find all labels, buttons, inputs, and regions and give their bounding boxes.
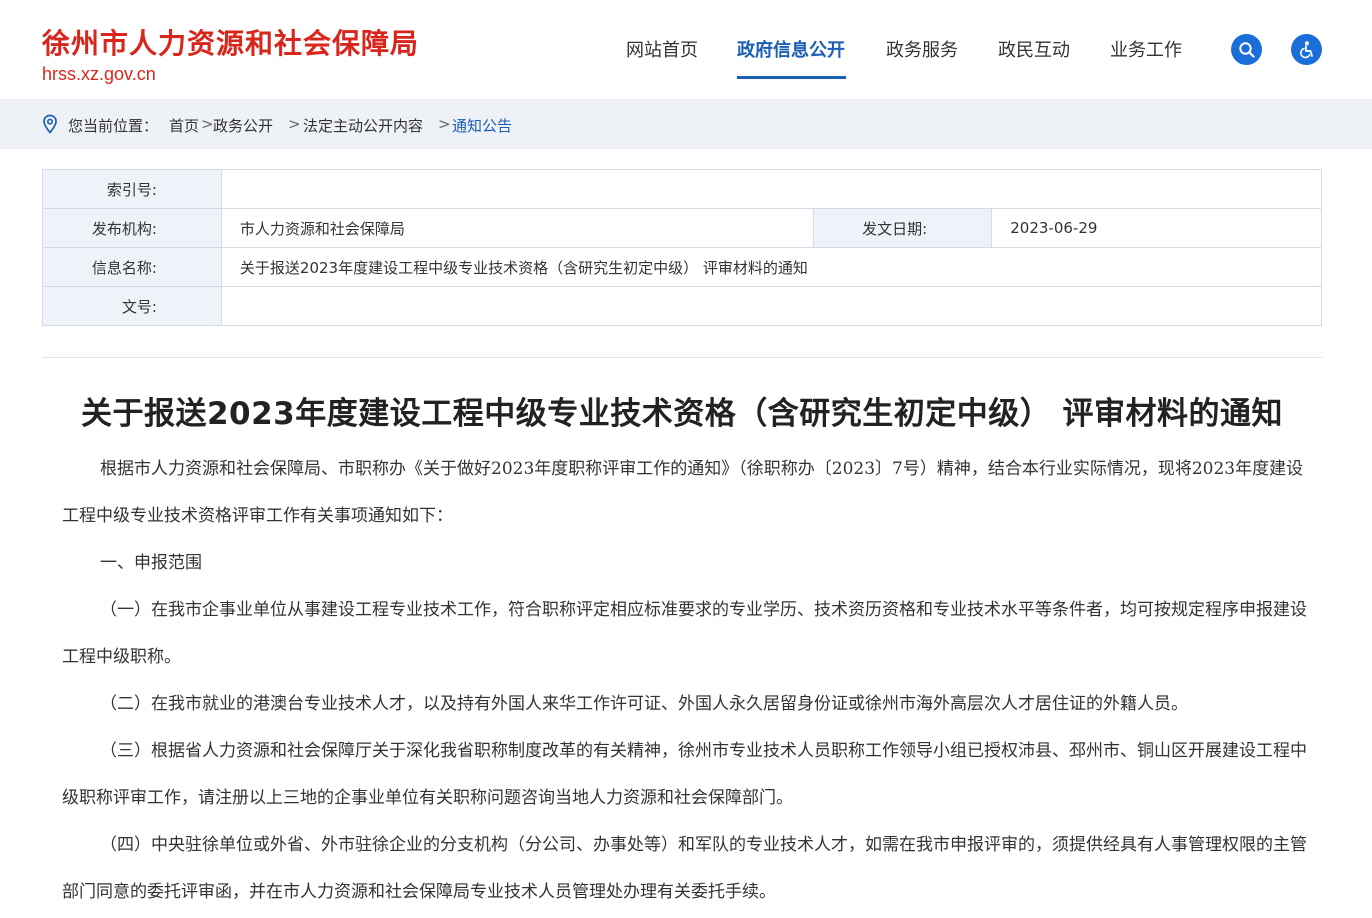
- nav-item-interaction[interactable]: 政民互动: [998, 36, 1070, 62]
- table-row: 信息名称: 关于报送2023年度建设工程中级专业技术资格（含研究生初定中级） 评…: [42, 247, 1323, 287]
- accessibility-icon: [1299, 40, 1313, 58]
- divider: [42, 357, 1322, 358]
- index-label: 索引号:: [42, 169, 222, 209]
- breadcrumb-prefix: 您当前位置：: [68, 117, 159, 135]
- info-name-label: 信息名称:: [42, 247, 222, 287]
- nav-item-gov-info[interactable]: 政府信息公开: [737, 36, 845, 62]
- article-section-heading: 一、申报范围: [100, 553, 202, 573]
- breadcrumb-notices[interactable]: 通知公告: [452, 115, 512, 136]
- breadcrumb-separator: >: [201, 115, 214, 133]
- breadcrumb-separator: >: [288, 115, 301, 133]
- info-name-value: 关于报送2023年度建设工程中级专业技术资格（含研究生初定中级） 评审材料的通知: [220, 247, 1323, 287]
- breadcrumb-statutory[interactable]: 法定主动公开内容: [303, 115, 423, 136]
- site-title[interactable]: 徐州市人力资源和社会保障局: [42, 22, 419, 62]
- table-row: 发布机构: 市人力资源和社会保障局 发文日期: 2023-06-29: [42, 208, 1322, 248]
- article-body: 根据市人力资源和社会保障局、市职称办《关于做好2023年度职称评审工作的通知》（…: [62, 446, 1308, 916]
- document-info-table: 索引号: 发布机构: 市人力资源和社会保障局 发文日期: 2023-06-29 …: [42, 169, 1323, 326]
- breadcrumb-separator: >: [438, 115, 451, 133]
- publisher-label: 发布机构:: [42, 208, 222, 248]
- nav-item-services[interactable]: 政务服务: [886, 36, 958, 62]
- article-paragraph: （四）中央驻徐单位或外省、外市驻徐企业的分支机构（分公司、办事处等）和军队的专业…: [62, 835, 1307, 902]
- doc-number-label: 文号:: [42, 286, 222, 326]
- breadcrumb-gov-open[interactable]: 政务公开: [213, 115, 273, 136]
- location-pin-icon: [43, 114, 57, 134]
- nav-item-home[interactable]: 网站首页: [626, 36, 698, 62]
- article-paragraph: （三）根据省人力资源和社会保障厅关于深化我省职称制度改革的有关精神，徐州市专业技…: [62, 741, 1307, 808]
- index-value: [220, 169, 1323, 209]
- breadcrumb: 您当前位置： 首页 > 政务公开 > 法定主动公开内容 > 通知公告: [0, 99, 1372, 149]
- table-row: 文号:: [42, 286, 1323, 326]
- article-paragraph: （二）在我市就业的港澳台专业技术人才，以及持有外国人来华工作许可证、外国人永久居…: [100, 694, 1188, 714]
- doc-number-value: [220, 286, 1323, 326]
- active-nav-underline: [737, 76, 846, 79]
- site-domain[interactable]: hrss.xz.gov.cn: [42, 64, 156, 85]
- publisher-value: 市人力资源和社会保障局: [220, 208, 815, 248]
- article-paragraph: （一）在我市企事业单位从事建设工程专业技术工作，符合职称评定相应标准要求的专业学…: [62, 600, 1307, 667]
- article-title: 关于报送2023年度建设工程中级专业技术资格（含研究生初定中级） 评审材料的通知: [80, 396, 1284, 432]
- date-label: 发文日期:: [813, 208, 993, 248]
- site-header: 徐州市人力资源和社会保障局 hrss.xz.gov.cn 网站首页 政府信息公开…: [0, 0, 1372, 99]
- search-button[interactable]: [1231, 34, 1262, 65]
- search-icon: [1238, 41, 1255, 58]
- table-row: 索引号:: [42, 169, 1323, 209]
- accessibility-button[interactable]: [1291, 34, 1322, 65]
- article-paragraph: 根据市人力资源和社会保障局、市职称办《关于做好2023年度职称评审工作的通知》（…: [62, 459, 1304, 526]
- nav-item-business[interactable]: 业务工作: [1110, 36, 1182, 62]
- breadcrumb-home[interactable]: 首页: [169, 115, 199, 136]
- date-value: 2023-06-29: [991, 208, 1322, 248]
